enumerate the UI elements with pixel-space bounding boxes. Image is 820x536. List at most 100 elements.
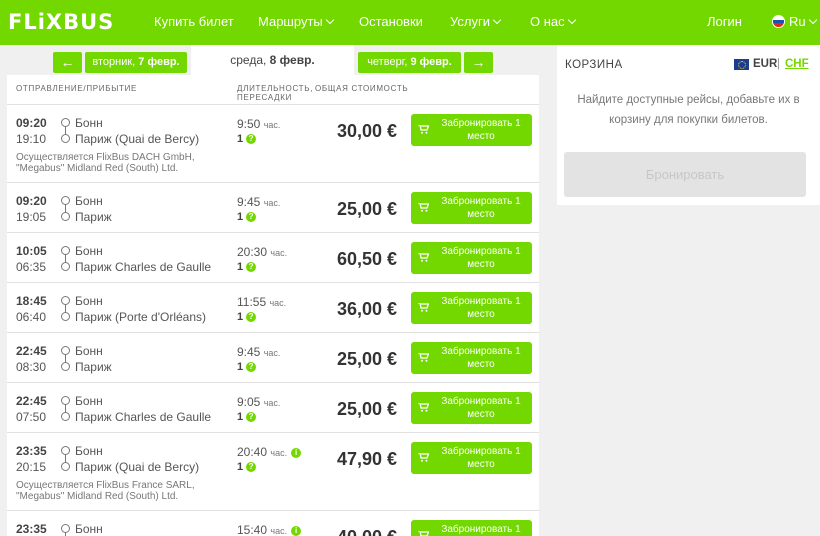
ride-row: 22:45 07:50 Бонн Париж Charles de Gaulle 9:0…: [7, 382, 539, 432]
date-tab-next[interactable]: четверг, 9 февр.: [358, 52, 461, 73]
book-button-label: Забронировать 1место: [433, 445, 529, 471]
book-ride-button[interactable]: Забронировать 1место: [411, 442, 532, 474]
ride-price: 25,00 €: [336, 199, 397, 219]
book-button-label: Забронировать 1место: [433, 523, 529, 536]
arrival-time: 19:05: [16, 210, 47, 224]
flixbus-logo[interactable]: FLiXBUS: [8, 10, 114, 34]
arrival-time: 06:40: [16, 310, 47, 324]
arrival-stop: Париж (Quai de Bercy): [75, 460, 200, 474]
ride-row: 18:45 06:40 Бонн Париж (Porte d'Orléans) 11:…: [7, 282, 539, 332]
previous-day-button[interactable]: ←: [53, 52, 82, 73]
book-ride-button[interactable]: Забронировать 1место: [411, 392, 532, 424]
book-label-line-2: место: [467, 409, 495, 420]
chevron-down-icon: [325, 15, 334, 25]
transfers-count[interactable]: 1?: [237, 461, 257, 473]
book-ride-button[interactable]: Забронировать 1место: [411, 342, 532, 374]
arrival-stop: Париж Charles de Gaulle: [75, 410, 212, 424]
transfers-count[interactable]: 1?: [237, 133, 257, 145]
book-ride-button[interactable]: Забронировать 1место: [411, 192, 532, 224]
trip-duration: 9:45 час.: [237, 345, 280, 359]
arrival-time: 19:10: [16, 132, 47, 146]
departure-stop: Бонн: [75, 116, 103, 130]
transfers-count[interactable]: 1?: [237, 211, 257, 223]
nav-routes[interactable]: Маршруты: [258, 14, 334, 29]
book-label-line-2: место: [467, 131, 495, 142]
operator-line-1: Осуществляется FlixBus France SARL,: [16, 480, 195, 491]
login-link[interactable]: Логин: [707, 14, 742, 29]
ride-row: 09:20 19:10 Бонн Париж (Quai de Bercy) Осуще…: [7, 104, 539, 182]
arrival-stop: Париж (Porte d'Orléans): [75, 310, 207, 324]
nav-routes-label: Маршруты: [258, 14, 323, 29]
operator-info: Осуществляется FlixBus France SARL, "Mega…: [16, 480, 216, 502]
arrival-time: 07:50: [16, 410, 47, 424]
currency-chf-link[interactable]: CHF: [785, 58, 809, 70]
route-end-dot: [61, 362, 70, 371]
duration-value: 9:45: [237, 195, 261, 209]
departure-time: 10:05: [16, 244, 47, 258]
trip-duration: 20:40 час. i: [237, 445, 302, 459]
column-header-duration-line1: ДЛИТЕЛЬНОСТЬ,: [237, 84, 314, 93]
transfers-value: 1: [237, 261, 244, 273]
currency-eur[interactable]: EUR: [753, 58, 777, 70]
transfers-value: 1: [237, 461, 244, 473]
info-icon[interactable]: i: [291, 448, 302, 458]
book-label-line-1: Забронировать 1: [441, 446, 521, 457]
departure-stop: Бонн: [75, 522, 103, 536]
route-end-dot: [61, 212, 70, 221]
trip-duration: 9:45 час.: [237, 195, 280, 209]
nav-services-label: Услуги: [450, 14, 490, 29]
book-ride-button[interactable]: Забронировать 1место: [411, 520, 532, 536]
duration-value: 9:05: [237, 395, 261, 409]
departure-time: 18:45: [16, 294, 47, 308]
departure-stop: Бонн: [75, 344, 103, 358]
transfers-value: 1: [237, 211, 244, 223]
help-icon: ?: [246, 412, 257, 422]
ride-row: 23:35 Бонн 15:40 час.i 40,00 € Забронировать…: [7, 510, 539, 536]
transfers-count[interactable]: 1?: [237, 311, 257, 323]
trip-duration: 20:30 час.: [237, 245, 287, 259]
next-day-button[interactable]: →: [464, 52, 493, 73]
book-button-label: Забронировать 1место: [433, 345, 529, 371]
column-header-total-cost: ОБЩАЯ СТОИМОСТЬ: [315, 84, 409, 93]
route-end-dot: [61, 312, 70, 321]
book-ride-button[interactable]: Забронировать 1место: [411, 242, 532, 274]
departure-time: 09:20: [16, 116, 47, 130]
nav-services[interactable]: Услуги: [450, 14, 502, 29]
transfers-count[interactable]: 1?: [237, 411, 257, 423]
help-icon: ?: [246, 362, 257, 372]
duration-unit: час.: [263, 120, 281, 130]
date-tab-next-day: четверг,: [367, 56, 408, 68]
operator-line-2: "Megabus" Midland Red (South) Ltd.: [16, 491, 179, 502]
book-ride-button[interactable]: Забронировать 1место: [411, 292, 532, 324]
nav-stops[interactable]: Остановки: [359, 14, 423, 29]
language-selector[interactable]: Ru: [789, 14, 817, 29]
date-tab-previous[interactable]: вторник, 7 февр.: [85, 52, 187, 73]
book-label-line-1: Забронировать 1: [441, 118, 521, 129]
transfers-count[interactable]: 1?: [237, 361, 257, 373]
book-label-line-1: Забронировать 1: [441, 246, 521, 257]
departure-time: 23:35: [16, 444, 47, 458]
arrival-time: 20:15: [16, 460, 47, 474]
ride-price: 25,00 €: [336, 399, 397, 419]
arrival-stop: Париж: [75, 360, 112, 374]
duration-value: 9:45: [237, 345, 261, 359]
book-label-line-2: место: [467, 309, 495, 320]
duration-value: 15:40: [237, 523, 268, 536]
book-ride-button[interactable]: Забронировать 1 место: [411, 114, 532, 146]
nav-buy-ticket[interactable]: Купить билет: [154, 14, 234, 29]
departure-time: 22:45: [16, 344, 47, 358]
nav-about[interactable]: О нас: [530, 14, 576, 29]
russian-flag-icon[interactable]: [772, 15, 785, 28]
book-label-line-1: Забронировать 1: [441, 524, 521, 535]
book-button-label: Забронировать 1место: [433, 195, 529, 221]
arrival-stop: Париж (Quai de Bercy): [75, 132, 200, 146]
currency-separator: |: [777, 58, 780, 70]
transfers-count[interactable]: 1?: [237, 261, 257, 273]
date-tab-current[interactable]: среда, 8 февр.: [191, 45, 354, 75]
info-icon[interactable]: i: [291, 526, 302, 536]
duration-unit: час.: [269, 298, 287, 308]
help-icon: ?: [246, 462, 257, 472]
departure-stop: Бонн: [75, 444, 103, 458]
book-cart-button[interactable]: Бронировать: [564, 152, 806, 197]
cart-icon: [418, 402, 430, 412]
